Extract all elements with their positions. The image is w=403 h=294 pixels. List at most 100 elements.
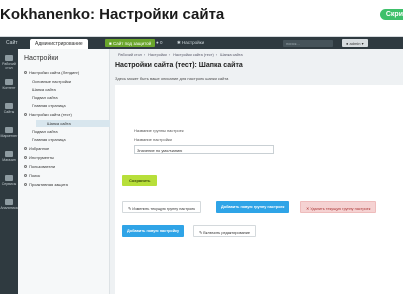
nav-label: Сервисы [1,182,17,186]
setting-value-input[interactable]: Значение по умолчанию [134,145,274,154]
chevron-right-icon: › [215,53,218,57]
breadcrumb-item[interactable]: Настройки [148,53,167,57]
tree-item-label: Пользователи [29,164,56,169]
nav-label: Аналитика [0,206,18,210]
tree-item-label: Проактивная защита [29,182,68,187]
nav-label: Сайты [3,110,15,114]
screenshot-badge: Скри [379,9,403,20]
chevron-right-icon: › [143,53,146,57]
notifications-counter[interactable]: ● 0 [156,40,162,45]
tree-item-label: Инструменты [29,155,54,160]
tree-item-label: Главная страница [32,137,66,142]
nav-services[interactable]: Сервисы [0,175,18,186]
content-icon [5,79,13,85]
tab-site[interactable]: Сайт [6,40,18,46]
tree-item[interactable]: Инструменты [24,155,54,160]
tree-item[interactable]: Шапка сайта [32,87,56,92]
enable-edit-button[interactable]: ✎ Включить редактирование [193,225,257,237]
nav-shop[interactable]: Магазин [0,151,18,162]
user-name: admin [349,41,361,46]
tree-item[interactable]: Избранное [24,146,49,151]
page-description: Здесь может быть ваше описание для настр… [115,76,229,81]
add-group-button[interactable]: Добавить новую группу настроек [216,201,290,213]
services-icon [5,175,13,181]
tree-title: Настройки [24,55,59,62]
tree-item[interactable]: Основные настройки [32,79,71,84]
delete-group-label: Удалить текущую группу настроек [310,207,371,211]
tab-administration[interactable]: Администрирование [30,39,88,49]
tree-item-label: Главная страница [32,103,66,108]
save-button[interactable]: Сохранить [122,175,158,186]
tree-item[interactable]: Настройки сайта (тест) [24,112,72,117]
tree-item-label: Подвал сайта [32,95,58,100]
breadcrumb-item[interactable]: Рабочий стол [118,53,142,57]
admin-screenshot: Сайт Администрирование ■ Сайт под защито… [0,36,403,294]
breadcrumb: Рабочий стол › Настройки › Настройки сайта… [118,53,245,57]
notifications-count: 0 [159,40,163,45]
gear-icon [24,71,27,75]
tree-item[interactable]: Настройки сайта (Лендинг) [24,70,79,75]
tree-item-label: Шапка сайта [47,121,71,126]
change-group-label: Изменить текущую группу настроек [132,207,196,211]
marketing-icon [5,127,13,133]
tree-item-label: Шапка сайта [32,87,56,92]
tree-item-label: Избранное [29,146,50,151]
change-group-button[interactable]: ✎ Изменить текущую группу настроек [122,201,202,213]
breadcrumb-item: Шапка сайта [220,53,243,57]
shield-icon [24,183,27,187]
tree-item[interactable]: Главная страница [32,137,66,142]
tree-item-selected[interactable]: Шапка сайта [36,120,110,127]
nav-label: Маркетинг [0,134,18,138]
nav-label: Контент [2,86,16,90]
settings-card: Название группы настроек Название настро… [115,85,403,294]
star-icon[interactable]: ☆ [234,61,240,69]
settings-menu[interactable]: ✱ Настройки [177,40,204,46]
nav-label: Магазин [2,158,16,162]
search-input[interactable]: поиск... [283,39,333,47]
search-icon [24,174,27,178]
site-protected-label: Сайт под защитой [112,40,152,46]
settings-menu-label: Настройки [182,40,205,45]
tree-item-label: Настройки сайта (тест) [29,112,72,117]
tree-item[interactable]: Главная страница [32,103,66,108]
desktop-icon [5,55,13,61]
nav-marketing[interactable]: Маркетинг [0,127,18,138]
chevron-down-icon: ▾ [361,41,364,46]
chevron-right-icon: › [168,53,171,57]
user-menu[interactable]: ● admin ▾ [342,39,368,47]
breadcrumb-item[interactable]: Настройки сайта (тест) [173,53,214,57]
nav-content[interactable]: Контент [0,79,18,90]
star-icon [24,147,27,151]
users-icon [24,165,27,169]
nav-sites[interactable]: Сайты [0,103,18,114]
shop-icon [5,151,13,157]
group-name-label: Название группы настроек [134,128,184,133]
tree-item-label: Настройки сайта (Лендинг) [29,70,80,75]
tree-item[interactable]: Подвал сайта [32,129,58,134]
tree-item[interactable]: Подвал сайта [32,95,58,100]
admin-top-bar: Сайт Администрирование ■ Сайт под защито… [0,37,403,49]
tree-item[interactable]: Поиск [24,173,40,178]
main-content: Рабочий стол › Настройки › Настройки сайта… [110,49,403,294]
setting-name-label: Название настройки [134,137,172,142]
tools-icon [24,156,27,160]
tree-item-label: Поиск [29,173,41,178]
gear-icon [24,113,27,117]
nav-label: Рабочий стол [2,62,16,70]
add-setting-button[interactable]: Добавить новую настройку [122,225,185,237]
enable-edit-label: Включить редактирование [203,231,251,235]
nav-desktop[interactable]: Рабочий стол [0,55,18,70]
main-nav-sidebar: Рабочий стол Контент Сайты Маркетинг Маг… [0,49,18,294]
nav-analytics[interactable]: Аналитика [0,199,18,210]
slide-title: Kokhanenko: Настройки сайта [0,6,225,23]
delete-group-button[interactable]: ✕ Удалить текущую группу настроек [300,201,377,213]
tree-item-label: Основные настройки [32,79,72,84]
tree-item[interactable]: Проактивная защита [24,182,68,187]
site-protected-button[interactable]: ■ Сайт под защитой [105,39,156,47]
sites-icon [5,103,13,109]
analytics-icon [5,199,13,205]
page-title: Настройки сайта (тест): Шапка сайта [115,62,243,69]
settings-tree-menu: Настройки Настройки сайта (Лендинг) Осно… [18,49,110,294]
tree-item[interactable]: Пользователи [24,164,55,169]
tree-item-label: Подвал сайта [32,129,58,134]
